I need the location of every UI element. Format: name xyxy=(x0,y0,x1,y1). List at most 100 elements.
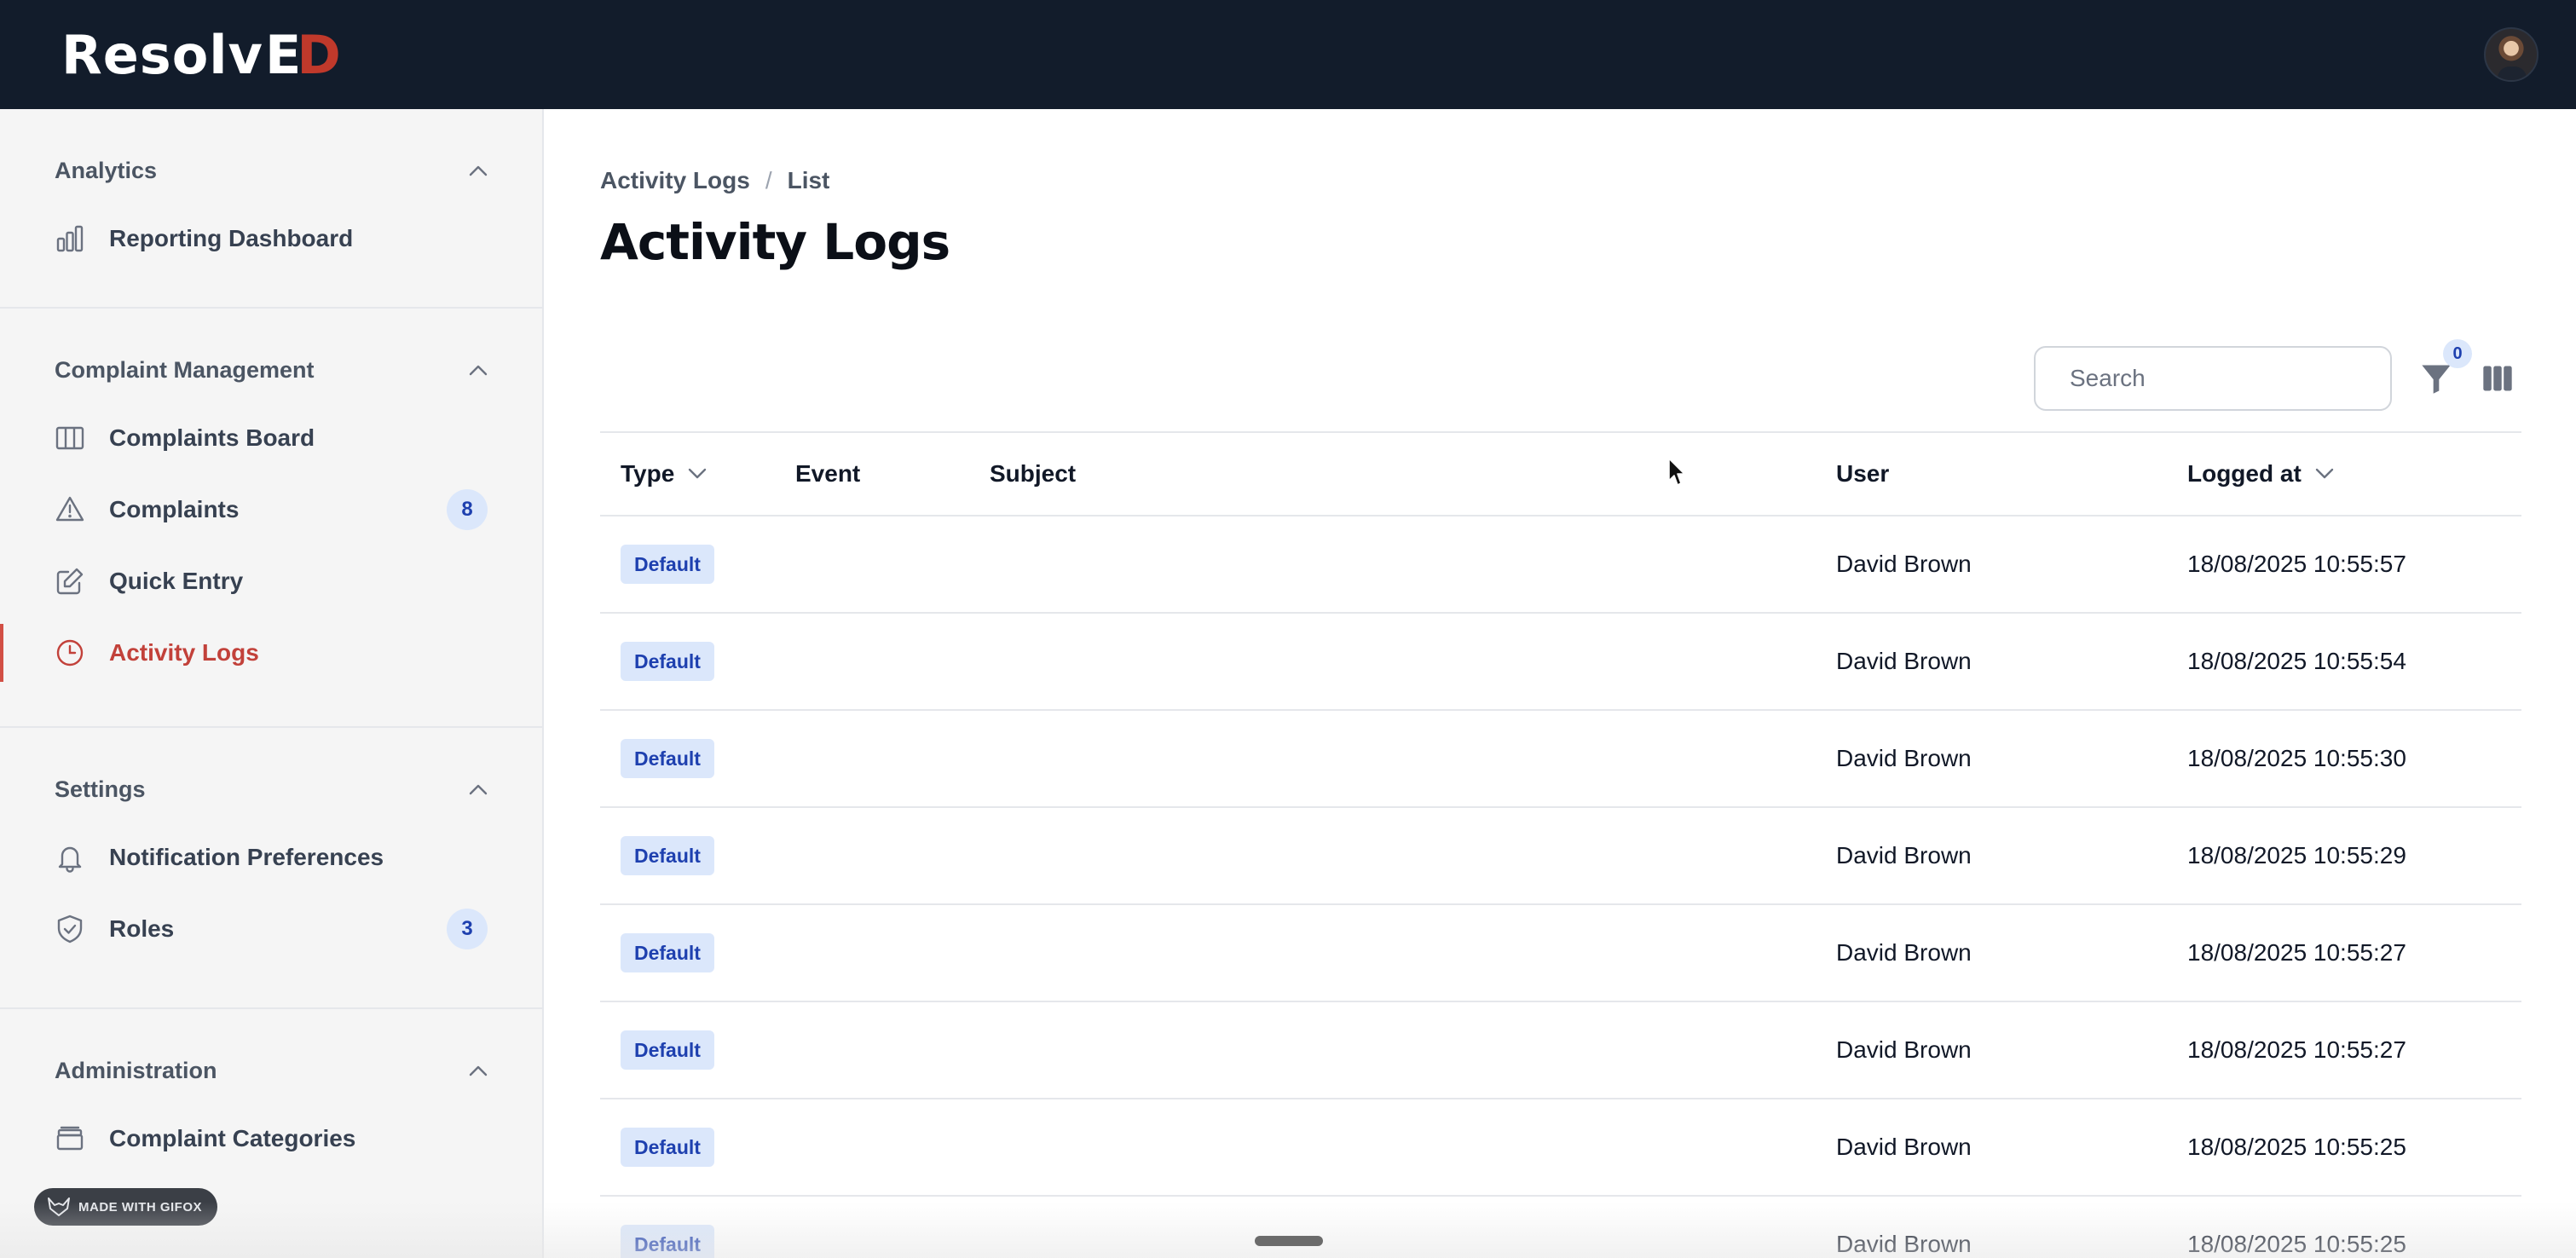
nav-group-analytics: Analytics Reporting Dashboard xyxy=(0,109,542,309)
sidebar-item-complaints-board[interactable]: Complaints Board xyxy=(0,402,542,474)
pencil-square-icon xyxy=(55,566,85,597)
sidebar-item-activity-logs[interactable]: Activity Logs xyxy=(0,617,542,689)
user-cell: David Brown xyxy=(1836,745,1972,771)
chevron-up-icon xyxy=(469,1065,488,1076)
type-badge: Default xyxy=(621,836,714,875)
logged-at-cell: 18/08/2025 10:55:25 xyxy=(2187,1231,2406,1257)
gifox-label: MADE WITH GIFOX xyxy=(78,1199,202,1215)
column-header-user: User xyxy=(1836,460,1890,487)
page-title: Activity Logs xyxy=(600,213,950,271)
filter-button[interactable]: 0 xyxy=(2417,339,2472,397)
logged-at-cell: 18/08/2025 10:55:27 xyxy=(2187,1036,2406,1063)
sidebar-item-label: Activity Logs xyxy=(109,639,259,666)
group-header-settings[interactable]: Settings xyxy=(0,757,542,822)
count-badge: 8 xyxy=(447,489,488,530)
table-toolbar: 0 xyxy=(2034,339,2515,411)
bell-icon xyxy=(55,842,85,873)
sidebar-item-label: Roles xyxy=(109,915,175,942)
sidebar-item-reporting-dashboard[interactable]: Reporting Dashboard xyxy=(0,203,542,274)
type-badge: Default xyxy=(621,1128,714,1167)
logo-text: Resolv xyxy=(61,23,263,86)
chevron-down-icon xyxy=(2315,468,2333,479)
count-badge: 3 xyxy=(447,909,488,949)
breadcrumb: Activity Logs / List xyxy=(600,167,829,194)
breadcrumb-item-activity-logs[interactable]: Activity Logs xyxy=(600,167,750,194)
view-columns-icon xyxy=(2483,366,2512,391)
chevron-up-icon xyxy=(469,365,488,376)
logged-at-cell: 18/08/2025 10:55:29 xyxy=(2187,842,2406,868)
type-badge: Default xyxy=(621,739,714,778)
warning-icon xyxy=(55,494,85,525)
group-header-analytics[interactable]: Analytics xyxy=(0,138,542,203)
sidebar-item-notification-preferences[interactable]: Notification Preferences xyxy=(0,822,542,893)
logged-at-cell: 18/08/2025 10:55:30 xyxy=(2187,745,2406,771)
type-badge: Default xyxy=(621,642,714,681)
sidebar-item-label: Complaints Board xyxy=(109,424,315,451)
user-cell: David Brown xyxy=(1836,648,1972,674)
group-title: Settings xyxy=(55,776,146,802)
toggle-columns-button[interactable] xyxy=(2481,361,2515,395)
table-row[interactable]: Default David Brown 18/08/2025 10:55:30 xyxy=(600,711,2521,808)
table-header: Type Event Subject User Logged at xyxy=(600,433,2521,516)
shield-check-icon xyxy=(55,914,85,944)
logo-accent-d: D xyxy=(297,23,342,86)
table-row[interactable]: Default David Brown 18/08/2025 10:55:25 xyxy=(600,1099,2521,1197)
user-cell: David Brown xyxy=(1836,939,1972,966)
group-title: Complaint Management xyxy=(55,356,315,383)
chevron-up-icon xyxy=(469,784,488,795)
fox-icon xyxy=(48,1197,70,1216)
nav-group-settings: Settings Notification Preferences Roles … xyxy=(0,728,542,1009)
type-badge: Default xyxy=(621,1225,714,1258)
search-input[interactable] xyxy=(2070,365,2377,392)
user-cell: David Brown xyxy=(1836,1134,1972,1160)
sidebar-item-complaint-categories[interactable]: Complaint Categories xyxy=(0,1103,542,1174)
main-content: Activity Logs / List Activity Logs 0 Typ… xyxy=(546,109,2576,1258)
app-logo[interactable]: Resolv E D xyxy=(61,20,342,89)
sidebar-item-quick-entry[interactable]: Quick Entry xyxy=(0,545,542,617)
type-badge: Default xyxy=(621,1030,714,1070)
sidebar-item-label: Reporting Dashboard xyxy=(109,225,354,251)
column-header-subject: Subject xyxy=(990,460,1077,487)
logged-at-cell: 18/08/2025 10:55:57 xyxy=(2187,551,2406,577)
funnel-icon xyxy=(2422,365,2451,394)
group-header-complaint-management[interactable]: Complaint Management xyxy=(0,338,542,402)
sidebar: Analytics Reporting Dashboard Complaint … xyxy=(0,109,544,1258)
column-header-logged-at[interactable]: Logged at xyxy=(2167,460,2521,488)
mouse-cursor-icon xyxy=(1668,458,1685,486)
user-avatar[interactable] xyxy=(2484,27,2538,82)
logo-accent: E D xyxy=(265,24,342,86)
table-row[interactable]: Default David Brown 18/08/2025 10:55:27 xyxy=(600,1002,2521,1099)
chevron-down-icon xyxy=(689,468,707,479)
logged-at-cell: 18/08/2025 10:55:54 xyxy=(2187,648,2406,674)
table-row[interactable]: Default David Brown 18/08/2025 10:55:29 xyxy=(600,808,2521,905)
sidebar-item-label: Notification Preferences xyxy=(109,844,384,870)
home-indicator xyxy=(1255,1236,1323,1246)
user-cell: David Brown xyxy=(1836,1036,1972,1063)
sidebar-item-label: Complaint Categories xyxy=(109,1125,356,1151)
breadcrumb-item-list: List xyxy=(787,167,830,193)
columns-icon xyxy=(55,423,85,453)
logged-at-cell: 18/08/2025 10:55:25 xyxy=(2187,1134,2406,1160)
sidebar-item-roles[interactable]: Roles 3 xyxy=(0,893,542,965)
archive-box-icon xyxy=(55,1123,85,1154)
type-badge: Default xyxy=(621,545,714,584)
sidebar-item-label: Quick Entry xyxy=(109,568,244,594)
column-header-type[interactable]: Type xyxy=(600,460,775,488)
table-row[interactable]: Default David Brown 18/08/2025 10:55:27 xyxy=(600,905,2521,1002)
gifox-watermark: MADE WITH GIFOX xyxy=(34,1188,217,1226)
column-header-label: Type xyxy=(621,460,675,487)
group-title: Administration xyxy=(55,1057,217,1083)
search-box[interactable] xyxy=(2034,346,2392,411)
logged-at-cell: 18/08/2025 10:55:27 xyxy=(2187,939,2406,966)
group-title: Analytics xyxy=(55,157,158,183)
user-cell: David Brown xyxy=(1836,551,1972,577)
filter-count-badge: 0 xyxy=(2443,339,2472,368)
type-badge: Default xyxy=(621,933,714,972)
sidebar-item-complaints[interactable]: Complaints 8 xyxy=(0,474,542,545)
group-header-administration[interactable]: Administration xyxy=(0,1038,542,1103)
table-row[interactable]: Default David Brown 18/08/2025 10:55:57 xyxy=(600,516,2521,614)
bar-chart-icon xyxy=(55,223,85,254)
table-row[interactable]: Default David Brown 18/08/2025 10:55:54 xyxy=(600,614,2521,711)
top-bar: Resolv E D xyxy=(0,0,2576,109)
table-row[interactable]: Default David Brown 18/08/2025 10:55:25 xyxy=(600,1197,2521,1258)
